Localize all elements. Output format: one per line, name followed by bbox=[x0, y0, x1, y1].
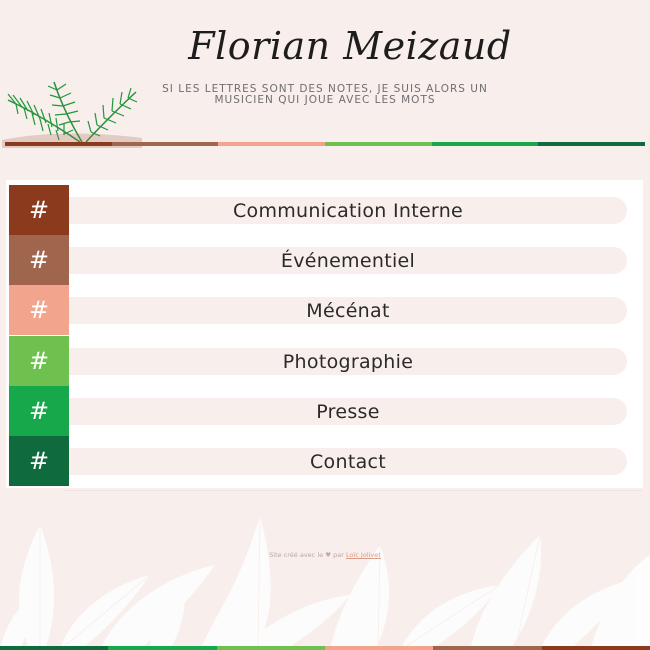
menu-item-photographie[interactable]: # Photographie bbox=[9, 336, 635, 386]
footer-credit: Site créé avec le ♥ par Loïc Jolivet bbox=[0, 551, 650, 559]
hash-icon: # bbox=[9, 436, 69, 486]
footer-prefix: Site créé avec le bbox=[269, 551, 324, 559]
stripe-segment bbox=[541, 646, 650, 650]
stripe-segment bbox=[216, 646, 325, 650]
hash-icon: # bbox=[9, 185, 69, 235]
site-title[interactable]: Florian Meizaud bbox=[150, 24, 550, 68]
footer-by: par bbox=[333, 551, 344, 559]
hash-icon: # bbox=[9, 336, 69, 386]
hash-icon: # bbox=[9, 235, 69, 285]
author-link[interactable]: Loïc Jolivet bbox=[346, 551, 381, 559]
stripe-segment bbox=[433, 646, 542, 650]
color-stripe-top bbox=[5, 142, 646, 146]
menu-item-contact[interactable]: # Contact bbox=[9, 436, 635, 486]
stripe-segment bbox=[5, 142, 112, 146]
menu-item-evenementiel[interactable]: # Événementiel bbox=[9, 235, 635, 285]
stripe-segment bbox=[324, 646, 434, 650]
stripe-segment bbox=[218, 142, 326, 146]
menu-item-label[interactable]: Photographie bbox=[69, 348, 627, 375]
menu-item-label[interactable]: Événementiel bbox=[69, 247, 627, 274]
stripe-segment bbox=[325, 142, 432, 146]
color-stripe-bottom bbox=[0, 646, 650, 650]
stripe-segment bbox=[111, 142, 219, 146]
hash-icon: # bbox=[9, 285, 69, 335]
main-menu: # Communication Interne # Événementiel #… bbox=[6, 180, 643, 488]
hash-icon: # bbox=[9, 386, 69, 436]
stripe-segment bbox=[538, 142, 646, 146]
menu-item-mecenat[interactable]: # Mécénat bbox=[9, 285, 635, 335]
leaves-background-icon bbox=[0, 514, 650, 650]
menu-item-label[interactable]: Communication Interne bbox=[69, 197, 627, 224]
stripe-segment bbox=[108, 646, 217, 650]
menu-divider bbox=[64, 490, 642, 491]
menu-item-label[interactable]: Contact bbox=[69, 448, 627, 475]
menu-item-communication-interne[interactable]: # Communication Interne bbox=[9, 185, 635, 235]
menu-item-presse[interactable]: # Presse bbox=[9, 386, 635, 436]
heart-icon: ♥ bbox=[325, 551, 332, 559]
stripe-segment bbox=[0, 646, 109, 650]
palm-leaf-icon bbox=[2, 81, 142, 148]
stripe-segment bbox=[431, 142, 539, 146]
menu-item-label[interactable]: Presse bbox=[69, 398, 627, 425]
site-tagline: Si les lettres sont des notes, je suis a… bbox=[162, 83, 488, 106]
site-header: Florian Meizaud Si les lettres sont des … bbox=[0, 0, 650, 150]
menu-item-label[interactable]: Mécénat bbox=[69, 297, 627, 324]
